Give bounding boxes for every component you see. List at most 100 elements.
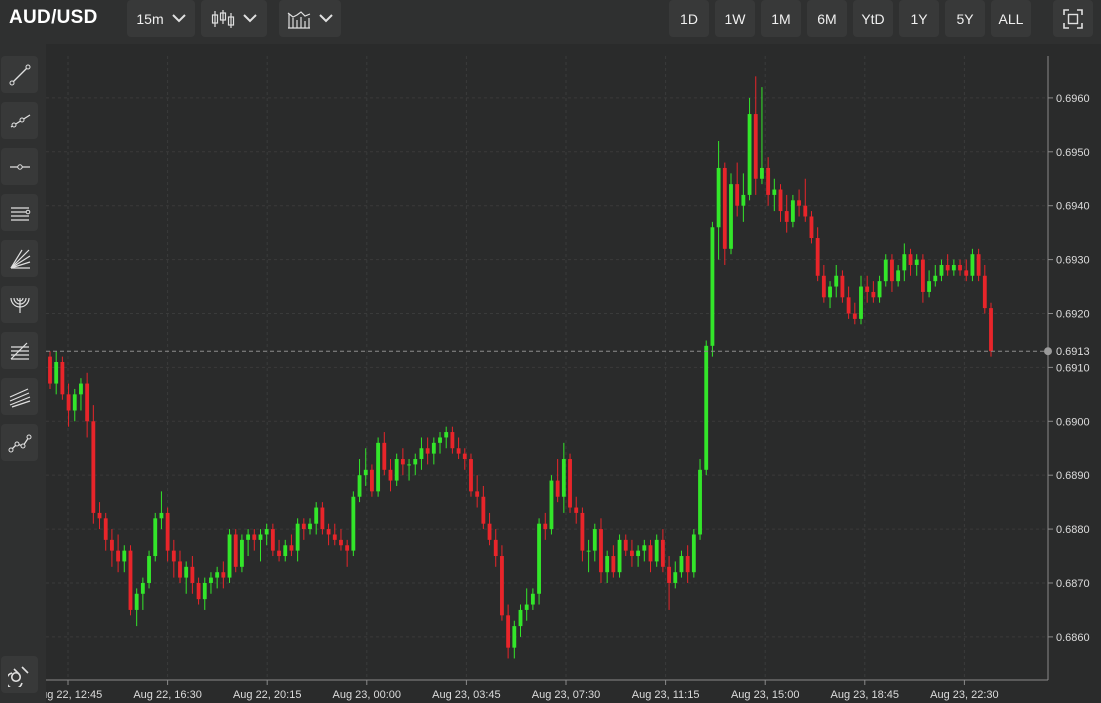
- candle: [710, 221, 715, 357]
- range-button-1w[interactable]: 1W: [715, 0, 755, 37]
- candle-body: [351, 496, 356, 551]
- candle-body: [400, 459, 405, 465]
- candle-body: [493, 539, 498, 557]
- candle-body: [630, 550, 634, 557]
- candle-body: [716, 167, 721, 228]
- candle-body: [54, 362, 59, 384]
- candle-body: [753, 114, 758, 179]
- candle-body: [964, 270, 969, 276]
- candle-body: [462, 453, 467, 460]
- candle-body: [202, 582, 207, 600]
- candle-body: [388, 469, 393, 481]
- fullscreen-button[interactable]: [1053, 0, 1093, 37]
- x-tick-label: Aug 23, 15:00: [731, 689, 800, 701]
- candle-body: [239, 539, 244, 567]
- candle-body: [685, 556, 690, 573]
- horizontal-line-tool[interactable]: [1, 148, 38, 185]
- fib-fan-tool[interactable]: [1, 240, 38, 277]
- candle-body: [66, 394, 71, 411]
- candle-body: [425, 448, 430, 454]
- candle-body: [989, 308, 993, 352]
- candle: [376, 437, 381, 497]
- magnet-tool[interactable]: [1, 656, 38, 693]
- candle: [691, 529, 696, 578]
- candle-body: [859, 286, 863, 319]
- x-tick-label: Aug 23, 22:30: [930, 689, 999, 701]
- candle-body: [438, 437, 442, 443]
- current-price-label: 0.6913: [1056, 346, 1090, 358]
- candle-body: [376, 442, 381, 492]
- fib-channel-tool[interactable]: [1, 378, 38, 415]
- y-tick-label: 0.6860: [1056, 632, 1090, 644]
- path-icon: [8, 434, 31, 452]
- path-tool[interactable]: [1, 424, 38, 461]
- candle: [147, 550, 151, 589]
- chart-type-dropdown[interactable]: [201, 0, 267, 37]
- candle-body: [171, 550, 176, 562]
- candle-body: [623, 539, 628, 551]
- candle-body: [710, 227, 715, 346]
- candle: [351, 491, 356, 557]
- chevron-down-icon: [319, 14, 333, 23]
- range-button-5y[interactable]: 5Y: [945, 0, 985, 37]
- interval-label: 15m: [136, 10, 164, 27]
- candle-body: [326, 529, 331, 535]
- trend-line-tool[interactable]: [1, 56, 38, 93]
- candle: [153, 512, 158, 562]
- candle: [989, 302, 993, 357]
- parallel-channel-tool[interactable]: [1, 194, 38, 231]
- candle-body: [790, 200, 795, 222]
- candle-body: [370, 469, 374, 492]
- candle-body: [264, 529, 269, 535]
- candle-body: [729, 184, 733, 249]
- candle-body: [574, 507, 579, 513]
- candle-body: [283, 545, 288, 557]
- range-button-1y[interactable]: 1Y: [899, 0, 939, 37]
- candle-body: [215, 572, 220, 578]
- candle-body: [722, 167, 727, 249]
- range-button-1m[interactable]: 1M: [761, 0, 801, 37]
- candle-body: [982, 275, 987, 309]
- candle-body: [165, 512, 170, 551]
- candle-body: [277, 550, 281, 557]
- fib-retracement-tool[interactable]: [1, 332, 38, 369]
- candle-body: [654, 539, 659, 562]
- range-button-ytd[interactable]: YtD: [853, 0, 893, 37]
- candle-body: [766, 167, 771, 195]
- candle: [233, 529, 238, 573]
- range-button-6m[interactable]: 6M: [807, 0, 847, 37]
- fib-arc-tool[interactable]: [1, 286, 38, 323]
- indicators-dropdown[interactable]: [279, 0, 341, 37]
- candle-body: [642, 545, 647, 551]
- price-chart[interactable]: 0.6913 0.6860 0.6870 0.6880 0.6890 0.6900 0.6…: [46, 44, 1101, 703]
- candle: [239, 534, 244, 573]
- candle-body: [301, 523, 306, 530]
- candle-body: [178, 561, 182, 578]
- candle-body: [345, 545, 350, 551]
- candle-body: [382, 442, 387, 470]
- candle-body: [153, 518, 158, 557]
- candle-body: [475, 491, 480, 497]
- candle-body: [840, 275, 845, 298]
- candle-body: [871, 291, 876, 298]
- candle-body: [196, 582, 201, 600]
- fib-channel-icon: [9, 387, 30, 408]
- range-button-all[interactable]: ALL: [991, 0, 1031, 37]
- candle: [128, 545, 133, 616]
- interval-dropdown[interactable]: 15m: [127, 0, 195, 37]
- x-tick-label: Aug 23, 03:45: [432, 689, 501, 701]
- candle-body: [698, 469, 702, 535]
- y-tick-label: 0.6910: [1056, 362, 1090, 374]
- range-button-1d[interactable]: 1D: [669, 0, 709, 37]
- candle-body: [636, 550, 641, 557]
- candle: [729, 173, 733, 255]
- ray-tool[interactable]: [1, 102, 38, 139]
- candle-body: [691, 534, 696, 573]
- candle-body: [617, 539, 622, 573]
- candle-body: [227, 534, 232, 578]
- candle-body: [394, 459, 399, 481]
- y-tick-label: 0.6900: [1056, 416, 1090, 428]
- candle-body: [741, 194, 746, 206]
- candle-body: [914, 259, 919, 265]
- candle: [60, 356, 65, 400]
